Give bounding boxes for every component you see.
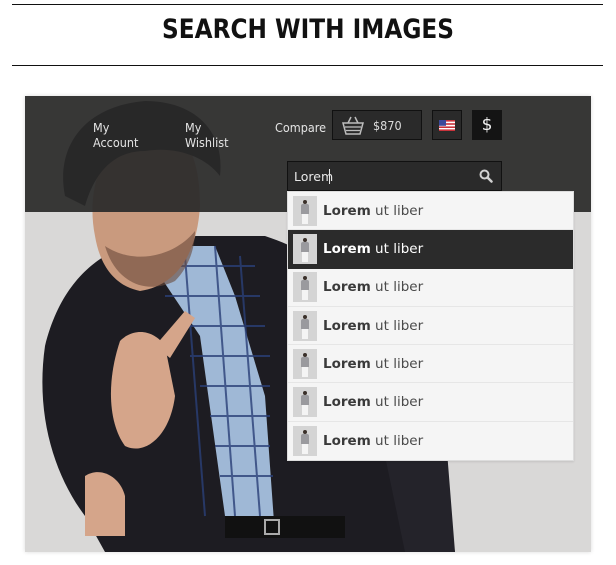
suggestion-label: Lorem ut liber — [323, 356, 423, 372]
suggestion-match: Lorem — [323, 355, 371, 372]
search-suggestions: Lorem ut liber Lorem ut liber Lorem ut l… — [287, 191, 574, 462]
basket-icon — [342, 116, 364, 135]
suggestion-label: Lorem ut liber — [323, 241, 423, 257]
store-demo-frame: My Account My Wishlist Compare $870 $ Lo… — [25, 96, 591, 552]
product-thumbnail — [293, 425, 317, 456]
suggestion-label: Lorem ut liber — [323, 279, 423, 295]
suggestion-label: Lorem ut liber — [323, 203, 423, 219]
suggestion-match: Lorem — [323, 240, 371, 257]
suggestion-item[interactable]: Lorem ut liber — [288, 306, 573, 346]
language-selector[interactable] — [432, 110, 462, 140]
suggestion-rest: ut liber — [370, 394, 424, 411]
currency-selector[interactable]: $ — [472, 110, 502, 140]
suggestion-item[interactable]: Lorem ut liber — [288, 230, 573, 269]
title-top-rule — [12, 4, 603, 5]
nav-compare[interactable]: Compare — [275, 120, 326, 150]
header-nav: My Account My Wishlist Compare — [93, 120, 332, 150]
suggestion-rest: ut liber — [370, 240, 424, 257]
suggestion-match: Lorem — [323, 317, 371, 334]
nav-my-account[interactable]: My Account — [93, 120, 158, 150]
product-thumbnail — [293, 272, 317, 303]
suggestion-match: Lorem — [323, 279, 371, 296]
suggestion-label: Lorem ut liber — [323, 318, 423, 334]
product-thumbnail — [293, 387, 317, 418]
nav-my-wishlist[interactable]: My Wishlist — [185, 120, 248, 150]
suggestion-rest: ut liber — [370, 279, 424, 296]
suggestion-item[interactable]: Lorem ut liber — [288, 192, 573, 231]
search-icon[interactable] — [479, 169, 493, 183]
cart-total: $870 — [373, 117, 402, 133]
us-flag-icon — [439, 119, 455, 131]
suggestion-match: Lorem — [323, 432, 371, 449]
suggestion-rest: ut liber — [370, 355, 424, 372]
product-thumbnail — [293, 348, 317, 379]
suggestion-match: Lorem — [323, 394, 371, 411]
suggestion-match: Lorem — [323, 202, 371, 219]
suggestion-item[interactable]: Lorem ut liber — [288, 383, 573, 422]
search-box — [287, 161, 502, 191]
suggestion-item[interactable]: Lorem ut liber — [288, 268, 573, 307]
cart-button[interactable]: $870 — [332, 110, 422, 140]
title-bottom-rule — [12, 65, 603, 66]
suggestion-rest: ut liber — [370, 317, 424, 334]
product-thumbnail — [293, 195, 317, 226]
text-caret — [329, 169, 330, 184]
suggestion-rest: ut liber — [370, 432, 424, 449]
suggestion-label: Lorem ut liber — [323, 394, 423, 410]
product-thumbnail — [293, 233, 317, 264]
search-input[interactable] — [288, 162, 468, 190]
suggestion-rest: ut liber — [370, 202, 424, 219]
suggestion-item[interactable]: Lorem ut liber — [288, 345, 573, 384]
suggestion-label: Lorem ut liber — [323, 433, 423, 449]
product-thumbnail — [293, 310, 317, 341]
suggestion-item[interactable]: Lorem ut liber — [288, 421, 573, 461]
page-title: SEARCH WITH IMAGES — [162, 14, 454, 45]
